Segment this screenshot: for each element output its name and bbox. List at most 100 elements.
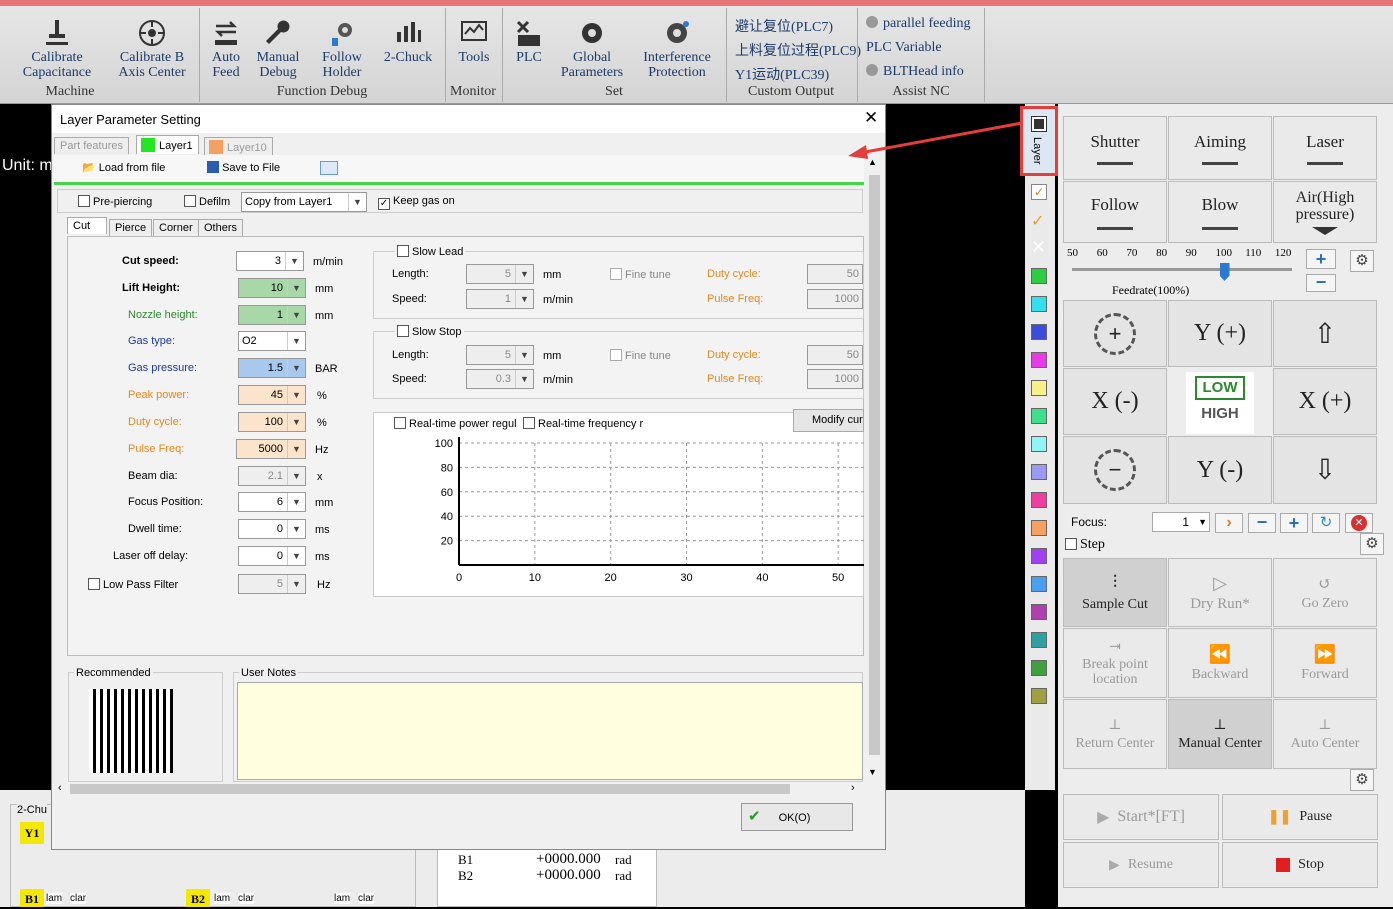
layer-color-swatch[interactable] (1031, 660, 1047, 676)
global-parameters-button[interactable]: Global Parameters (556, 18, 628, 80)
layer-color-swatch[interactable] (1031, 576, 1047, 592)
subtab-others[interactable]: Others (198, 219, 244, 236)
subtab-corner[interactable]: Corner (153, 219, 199, 236)
custom-output-1[interactable]: 避让复位(PLC7) (735, 16, 833, 36)
duty-cycle-input[interactable]: 100 ▼ (238, 412, 306, 432)
focus-go-button[interactable]: › (1215, 513, 1243, 533)
layer-color-swatch[interactable] (1031, 688, 1047, 704)
tools-button[interactable]: Tools (452, 18, 496, 65)
tab-part-features[interactable]: Part features (54, 137, 129, 154)
stop-button[interactable]: Stop (1222, 842, 1378, 888)
layer-color-swatch[interactable] (1031, 380, 1047, 396)
gear-icon[interactable]: ⚙ (1350, 250, 1374, 272)
follow-holder-button[interactable]: Follow Holder (314, 18, 370, 80)
slow-stop-freq-input[interactable]: 1000 (807, 369, 863, 389)
pause-button[interactable]: ❚❚ Pause (1222, 794, 1378, 840)
gas-pressure-input[interactable]: 1.5 ▼ (238, 358, 306, 378)
clear-icon[interactable]: ✕ (1031, 237, 1046, 258)
subtab-cut[interactable]: Cut (67, 217, 107, 234)
forward-button[interactable]: ⏩ Forward (1273, 628, 1377, 698)
laser-button[interactable]: Laser (1273, 116, 1377, 180)
manual-center-button[interactable]: ⊥ Manual Center (1168, 699, 1272, 769)
slow-stop-fine-tune-checkbox[interactable]: Fine tune (610, 349, 671, 362)
check-all-icon[interactable]: ✓ (1031, 184, 1047, 200)
laser-off-delay-input[interactable]: 0 ▼ (238, 546, 306, 566)
custom-output-2[interactable]: 上料复位过程(PLC9) (735, 40, 861, 60)
slow-lead-speed-input[interactable]: 1 ▼ (466, 289, 534, 309)
interference-protection-button[interactable]: Interference Protection (636, 18, 718, 80)
slow-stop-checkbox[interactable]: Slow Stop (395, 325, 464, 338)
subtab-pierce[interactable]: Pierce (109, 219, 153, 236)
modify-curve-button[interactable]: Modify cur (793, 409, 864, 432)
gear-icon[interactable]: ⚙ (1350, 769, 1374, 791)
speed-toggle[interactable]: LOW HIGH (1186, 372, 1254, 434)
head-up-button[interactable]: ⇧ (1273, 300, 1377, 367)
beam-dia-input[interactable]: 2.1 ▼ (238, 466, 306, 486)
slow-lead-checkbox[interactable]: Slow Lead (395, 245, 466, 258)
blthead-info-item[interactable]: BLTHead info (866, 64, 964, 80)
slow-lead-fine-tune-checkbox[interactable]: Fine tune (610, 268, 671, 281)
two-chuck-button[interactable]: 2-Chuck (380, 18, 436, 65)
realtime-power-checkbox[interactable]: Real-time power regul (394, 417, 517, 430)
shutter-button[interactable]: Shutter (1063, 116, 1167, 180)
tab-layer1[interactable]: Layer1 (136, 135, 199, 154)
backward-button[interactable]: ⏪ Backward (1168, 628, 1272, 698)
feedrate-increase-button[interactable]: + (1306, 249, 1336, 269)
rotate-plus-button[interactable]: + (1063, 300, 1167, 367)
user-notes-textarea[interactable] (237, 682, 863, 780)
follow-button[interactable]: Follow (1063, 181, 1167, 243)
layer-color-swatch[interactable] (1031, 296, 1047, 312)
layer-color-swatch[interactable] (1031, 408, 1047, 424)
peak-power-input[interactable]: 45 ▼ (238, 385, 306, 405)
layer-color-swatch[interactable] (1031, 492, 1047, 508)
scroll-right-icon[interactable]: › (851, 782, 855, 794)
low-pass-filter-input[interactable]: 5 ▼ (238, 574, 306, 594)
dry-run-button[interactable]: ▷ Dry Run* (1168, 558, 1272, 627)
scrollbar-thumb[interactable] (869, 175, 880, 755)
break-point-button[interactable]: ⇥ Break point location (1063, 628, 1167, 698)
slow-stop-duty-input[interactable]: 50 (807, 345, 863, 365)
nozzle-height-input[interactable]: 1 ▼ (238, 305, 306, 325)
layer-color-swatch[interactable] (1031, 268, 1047, 284)
keep-gas-checkbox[interactable]: ✓ Keep gas on (378, 195, 455, 210)
y-minus-button[interactable]: Y (-) (1168, 436, 1272, 504)
layer-color-swatch[interactable] (1031, 352, 1047, 368)
layer-color-swatch[interactable] (1031, 436, 1047, 452)
dwell-time-input[interactable]: 0 ▼ (238, 519, 306, 539)
slow-stop-length-input[interactable]: 5 ▼ (466, 345, 534, 365)
pulse-freq-input[interactable]: 5000 ▼ (236, 439, 306, 459)
lift-height-input[interactable]: 10 ▼ (238, 278, 306, 298)
auto-feed-button[interactable]: Auto Feed (206, 18, 246, 80)
resume-button[interactable]: ▶ Resume (1063, 842, 1219, 888)
calibrate-axis-button[interactable]: Calibrate B Axis Center (112, 18, 192, 80)
parallel-feeding-item[interactable]: parallel feeding (866, 16, 970, 32)
plc-button[interactable]: PLC (509, 18, 549, 65)
auto-center-button[interactable]: ⊥ Auto Center (1273, 699, 1377, 769)
air-high-pressure-button[interactable]: Air(High pressure) (1273, 181, 1377, 243)
focus-decrease-button[interactable]: − (1248, 513, 1276, 533)
step-checkbox[interactable]: Step (1065, 537, 1105, 553)
custom-output-3[interactable]: Y1运动(PLC39) (735, 64, 829, 84)
gas-type-select[interactable]: O2 ▼ (238, 331, 306, 351)
focus-increase-button[interactable]: + (1280, 513, 1308, 533)
cancel-icon[interactable]: ✕ (1345, 513, 1373, 533)
rotate-minus-button[interactable]: − (1063, 436, 1167, 504)
copy-from-select[interactable]: Copy from Layer1 ▼ (241, 192, 367, 212)
slow-lead-length-input[interactable]: 5 ▼ (466, 264, 534, 284)
x-plus-button[interactable]: X (+) (1273, 368, 1377, 435)
x-minus-button[interactable]: X (-) (1063, 368, 1167, 435)
scrollbar-thumb[interactable] (70, 784, 790, 794)
manual-debug-button[interactable]: Manual Debug (254, 18, 302, 80)
layer-color-swatch[interactable] (1031, 604, 1047, 620)
slow-stop-speed-input[interactable]: 0.3 ▼ (466, 369, 534, 389)
save-to-file-button[interactable]: Save to File (207, 161, 280, 174)
check-mark-icon[interactable]: ✓ (1031, 211, 1044, 231)
slow-lead-freq-input[interactable]: 1000 (807, 289, 863, 309)
return-center-button[interactable]: ⊥ Return Center (1063, 699, 1167, 769)
head-down-button[interactable]: ⇩ (1273, 436, 1377, 504)
note-icon[interactable] (320, 161, 338, 175)
go-zero-button[interactable]: ↺ Go Zero (1273, 558, 1377, 627)
sample-cut-button[interactable]: ⫶ Sample Cut (1063, 558, 1167, 627)
gear-icon[interactable]: ⚙ (1360, 533, 1384, 555)
blow-button[interactable]: Blow (1168, 181, 1272, 243)
